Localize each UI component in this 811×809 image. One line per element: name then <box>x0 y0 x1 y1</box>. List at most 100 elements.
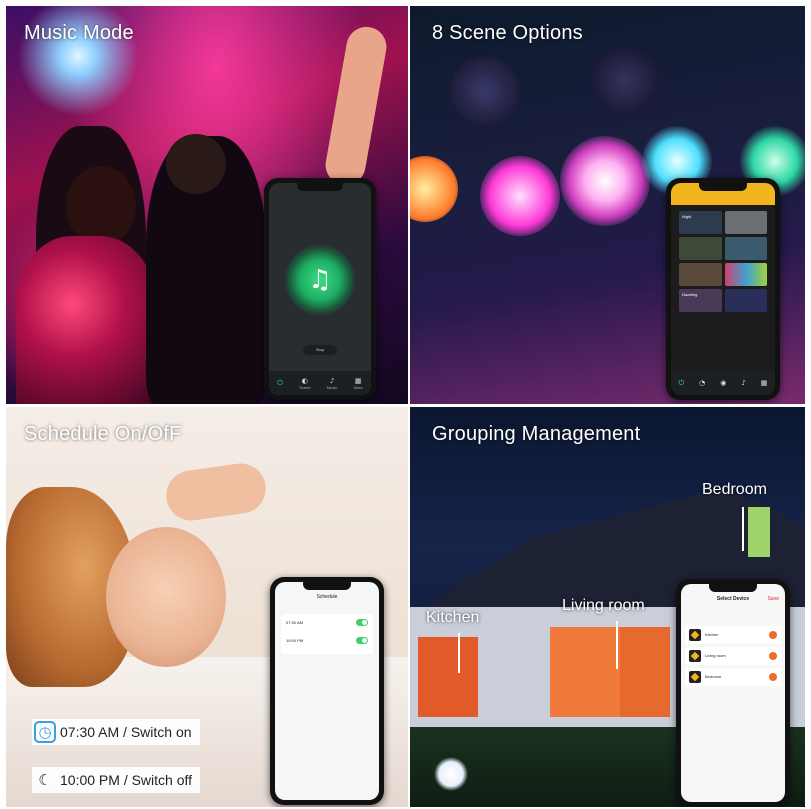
bulb-icon <box>689 629 701 641</box>
save-button[interactable]: Save <box>768 596 779 602</box>
scene-tile[interactable]: Dazzling <box>679 289 722 312</box>
tab-bar: ⏻ ◔ ◉ ♪ ▦ <box>671 371 775 395</box>
bulb-icon: ◔ <box>699 379 706 387</box>
leader-line <box>616 621 618 669</box>
scene-tile[interactable] <box>724 289 767 312</box>
dancer-left-head <box>66 166 136 246</box>
tab-music-label: Music <box>326 384 338 390</box>
tab-item[interactable]: ▦ <box>761 379 768 387</box>
scene-app-screen: Night Dazzling ⏻ ◔ ◉ ♪ ▦ <box>671 183 775 395</box>
schedule-panel: Schedule On/OfF Schedule 07:30 AM 10:00 … <box>6 407 408 807</box>
schedule-time: 07:30 AM <box>286 620 303 625</box>
scene-tile-label: Night <box>682 214 692 219</box>
bulb-icon <box>689 650 701 662</box>
bulb-orange <box>410 156 458 222</box>
tab-more[interactable]: ▦ More <box>354 377 363 390</box>
selected-check-icon[interactable] <box>769 631 777 639</box>
tab-scene-label: Scene <box>299 384 311 390</box>
grid-icon: ▦ <box>354 376 362 385</box>
phone-notch <box>699 183 747 191</box>
bulb-dark-2 <box>590 46 660 116</box>
scene-tile[interactable] <box>724 237 767 260</box>
scene-tile[interactable] <box>679 237 722 260</box>
bulb-pink <box>560 136 650 226</box>
music-note-icon: ♫ <box>308 265 332 295</box>
schedule-app-screen: Schedule 07:30 AM 10:00 PM <box>275 582 379 800</box>
schedule-caption-text: 07:30 AM / Switch on <box>60 724 192 740</box>
phone-notch <box>303 582 351 590</box>
alarm-clock-icon: ◷ <box>34 721 56 743</box>
music-app-screen: ♫ Stop ⏻ ◐ Scene ♪ Music ▦ More <box>269 183 371 395</box>
dancer-right-head <box>166 134 226 194</box>
moon-icon: ☾ <box>38 771 52 789</box>
panel-title: Grouping Management <box>432 423 641 445</box>
schedule-toggle[interactable] <box>356 637 368 644</box>
stop-button[interactable]: Stop <box>303 345 337 355</box>
music-tab-icon: ♪ <box>329 376 335 385</box>
music-tab-icon: ♪ <box>741 379 746 387</box>
device-label: Kitchen <box>705 632 719 637</box>
phone-schedule: Schedule 07:30 AM 10:00 PM <box>270 577 384 805</box>
tab-power[interactable]: ⏻ <box>679 379 685 388</box>
tab-item[interactable]: ◔ <box>699 379 705 387</box>
tab-scene[interactable]: ◐ Scene <box>299 377 310 390</box>
scene-tiles: Night Dazzling <box>679 211 767 312</box>
scene-tile[interactable]: Night <box>679 211 722 234</box>
power-icon: ⏻ <box>277 378 283 387</box>
phone-scenes: Night Dazzling ⏻ ◔ ◉ ♪ ▦ <box>666 178 780 400</box>
scene-tile[interactable] <box>724 263 767 286</box>
music-mode-panel: Music Mode ♫ Stop ⏻ ◐ Scene ♪ Music ▦ More <box>6 6 408 404</box>
scene-icon: ◉ <box>720 379 727 387</box>
device-row[interactable]: Bedroom <box>685 668 781 686</box>
garden-light <box>434 757 468 791</box>
tab-item[interactable]: ♪ <box>741 379 745 387</box>
device-row[interactable]: Kitchen <box>685 626 781 644</box>
label-living-room: Living room <box>562 597 645 614</box>
tab-power[interactable]: ⏻ <box>277 379 283 388</box>
label-kitchen: Kitchen <box>426 609 480 626</box>
schedule-caption-off: ☾ 10:00 PM / Switch off <box>32 767 201 793</box>
grid-icon: ▦ <box>760 379 768 387</box>
scene-options-panel: 8 Scene Options Night Dazzling ⏻ ◔ ◉ ♪ ▦ <box>410 6 805 404</box>
bulb-dark-1 <box>450 56 520 126</box>
selected-check-icon[interactable] <box>769 673 777 681</box>
device-row[interactable]: Living room <box>685 647 781 665</box>
schedule-title: Schedule <box>316 594 338 600</box>
window-bedroom <box>748 507 770 557</box>
collage: Music Mode ♫ Stop ⏻ ◐ Scene ♪ Music ▦ More <box>0 0 811 809</box>
tab-item[interactable]: ◉ <box>720 379 726 387</box>
window-living-room-2 <box>620 627 670 717</box>
leader-line <box>458 633 460 673</box>
panel-title: 8 Scene Options <box>432 22 583 44</box>
panel-title: Music Mode <box>24 22 134 44</box>
phone-device-select: Select Device Save Kitchen Living room B… <box>676 579 790 807</box>
window-living-room <box>550 627 620 717</box>
schedule-toggle[interactable] <box>356 619 368 626</box>
scene-tile-label: Dazzling <box>682 292 698 297</box>
phone-notch <box>296 183 344 191</box>
selected-check-icon[interactable] <box>769 652 777 660</box>
label-bedroom: Bedroom <box>702 481 767 498</box>
sequin-dress <box>16 236 156 404</box>
raised-arm <box>322 23 390 189</box>
tab-music[interactable]: ♪ Music <box>327 377 337 390</box>
leader-line <box>742 507 744 551</box>
bulb-icon <box>689 671 701 683</box>
device-label: Living room <box>705 653 726 658</box>
device-label: Bedroom <box>705 674 722 679</box>
phone-notch <box>709 584 757 592</box>
scene-tile[interactable] <box>679 263 722 286</box>
schedule-caption-on: ◷ 07:30 AM / Switch on <box>32 719 200 745</box>
scene-tile[interactable] <box>724 211 767 234</box>
phone-music: ♫ Stop ⏻ ◐ Scene ♪ Music ▦ More <box>264 178 376 400</box>
tab-bar: ⏻ ◐ Scene ♪ Music ▦ More <box>269 371 371 395</box>
schedule-time: 10:00 PM <box>286 638 304 643</box>
tab-more-label: More <box>353 384 363 390</box>
grouping-panel: Grouping Management Bedroom Kitchen Livi… <box>410 407 805 807</box>
scene-icon: ◐ <box>301 376 308 385</box>
panel-title: Schedule On/OfF <box>24 423 182 445</box>
stretching-arm <box>163 460 269 524</box>
face <box>106 527 226 667</box>
power-icon: ⏻ <box>678 378 685 387</box>
music-button[interactable]: ♫ <box>285 245 355 315</box>
